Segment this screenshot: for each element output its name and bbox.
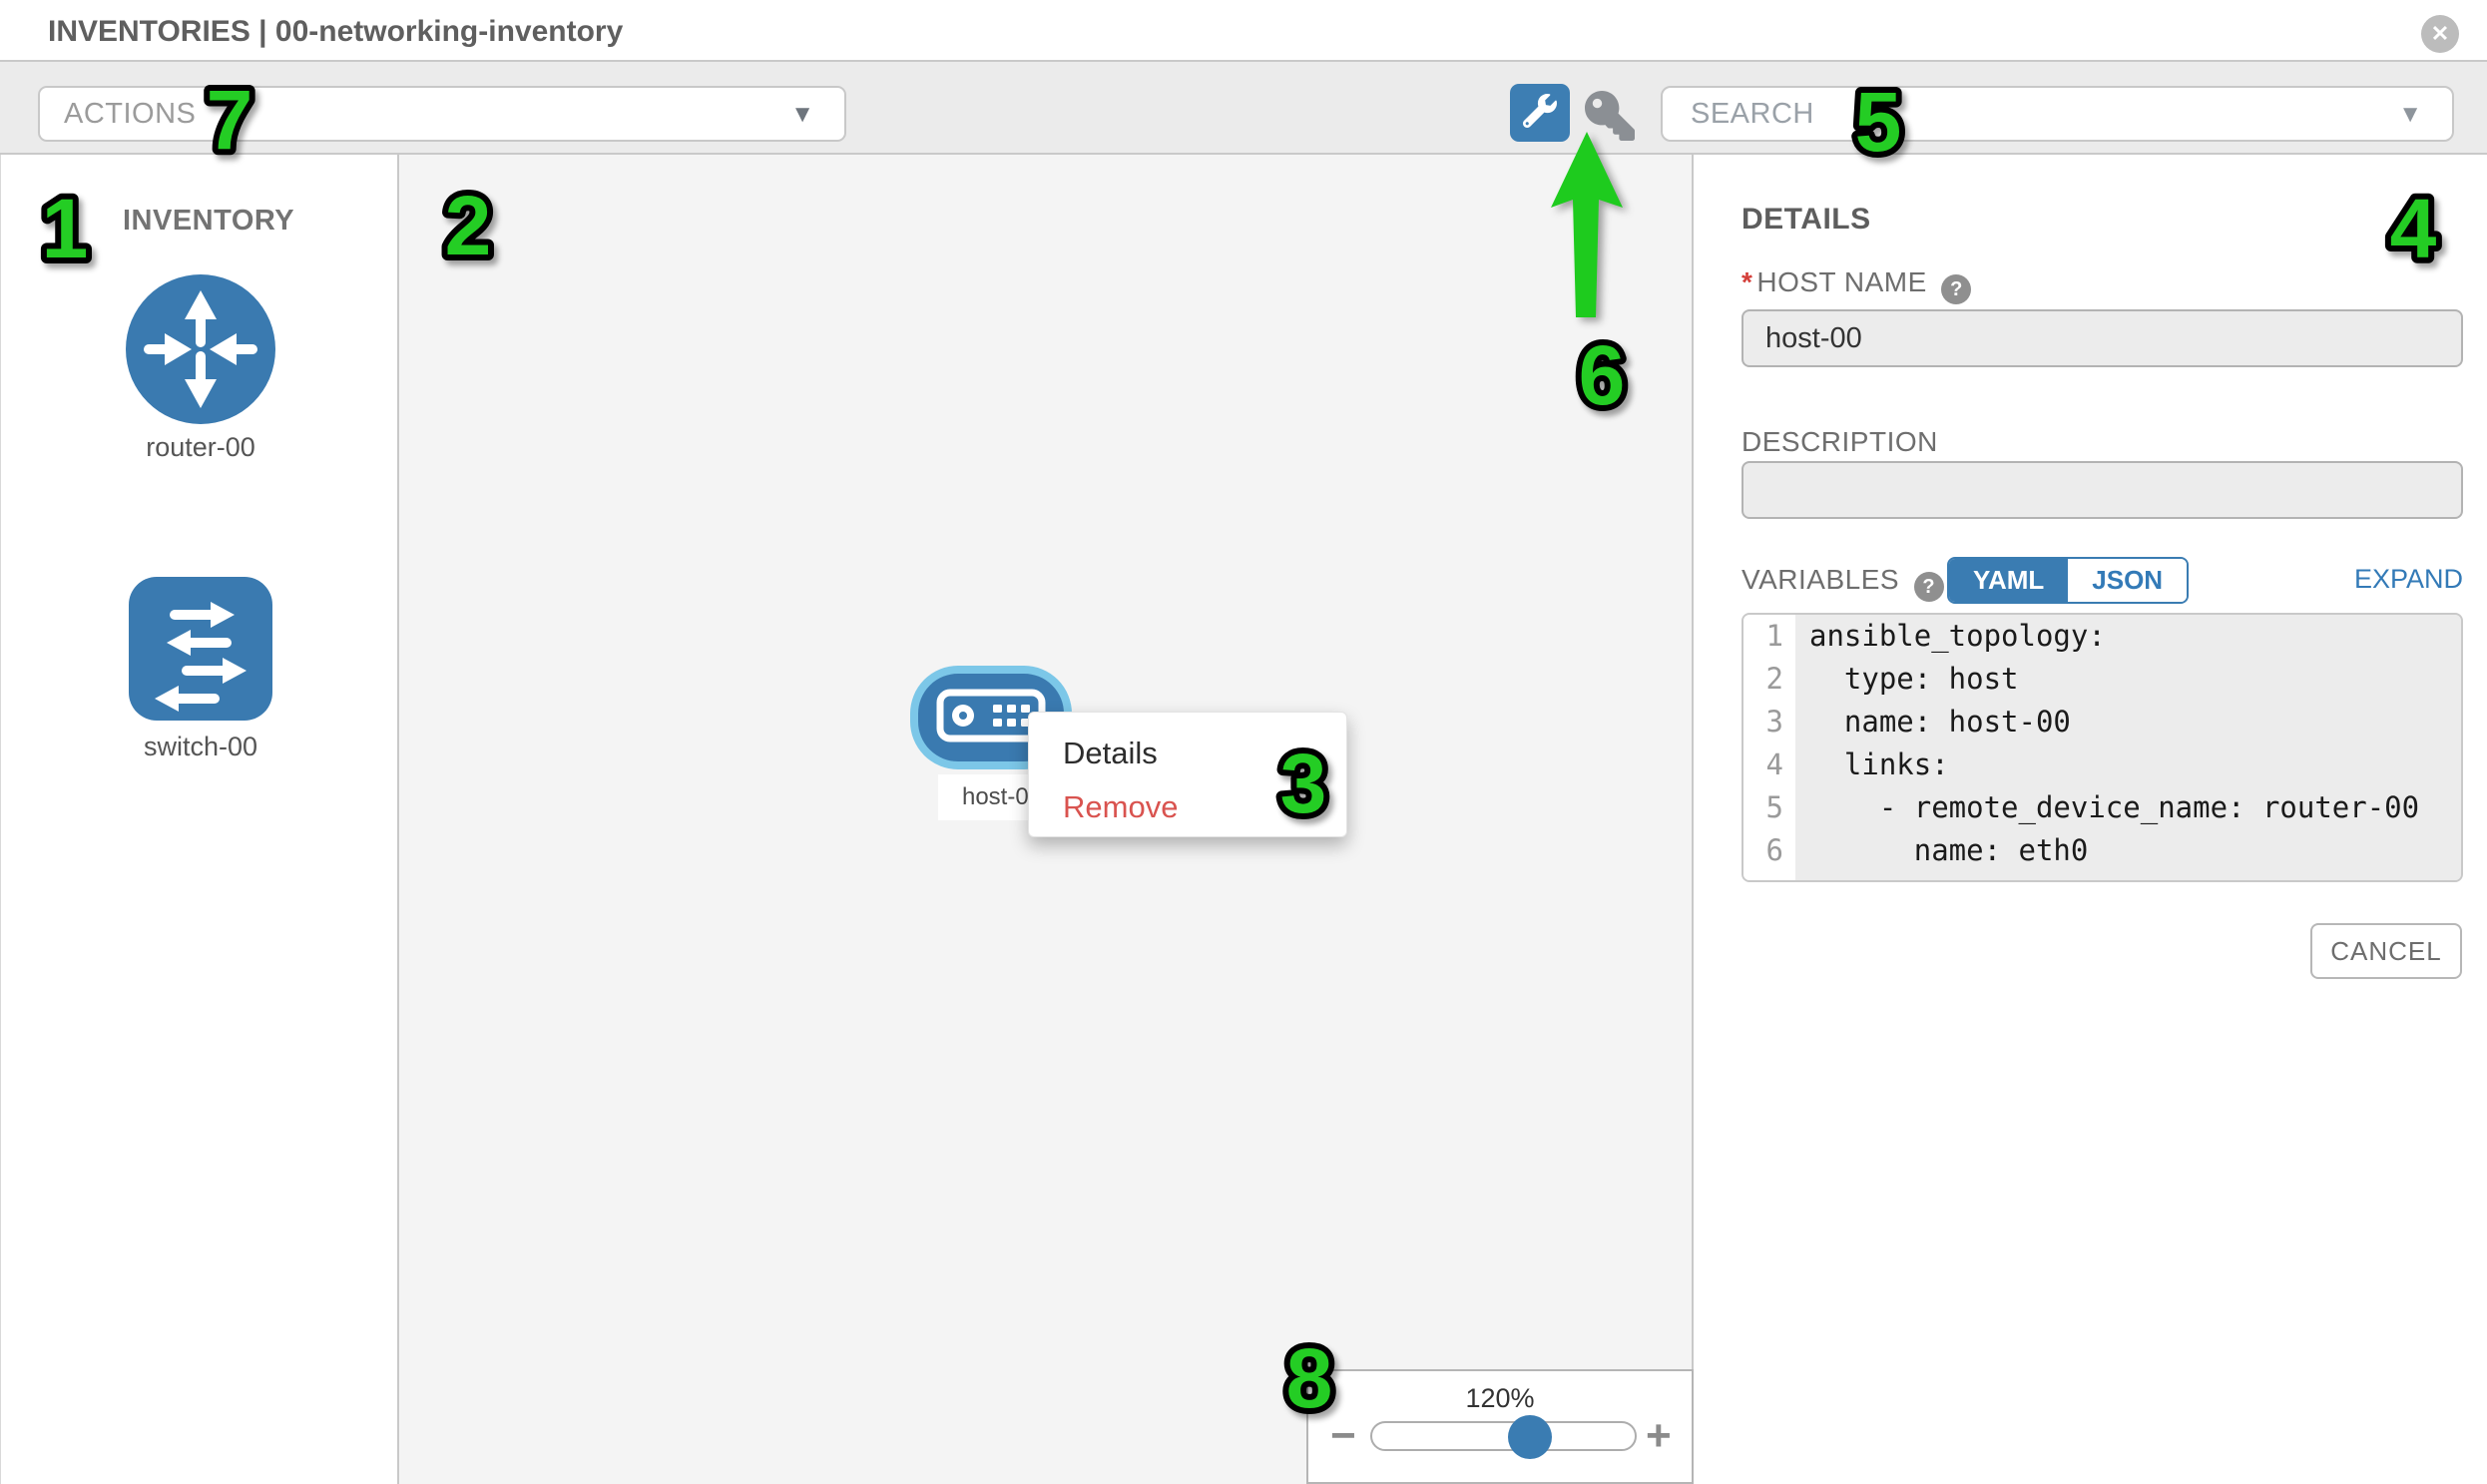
- sidebar-item-router-label: router-00: [1, 432, 400, 463]
- help-icon[interactable]: ?: [1914, 572, 1944, 602]
- editor-line: 4 links:: [1743, 743, 2461, 786]
- sidebar-item-switch[interactable]: [129, 577, 272, 726]
- required-asterisk: *: [1741, 266, 1752, 297]
- inventory-sidebar: INVENTORY router-00: [0, 155, 399, 1484]
- variables-format-toggle: YAML JSON: [1947, 557, 2189, 604]
- inventory-topology-page: INVENTORIES | 00-networking-inventory ✕ …: [0, 0, 2487, 1484]
- close-icon[interactable]: ✕: [2421, 15, 2459, 53]
- switch-icon: [129, 708, 272, 725]
- actions-dropdown-label: ACTIONS: [64, 88, 196, 140]
- inventory-heading: INVENTORY: [123, 205, 294, 238]
- page-header: INVENTORIES | 00-networking-inventory ✕: [0, 0, 2487, 60]
- zoom-out-button[interactable]: −: [1330, 1411, 1356, 1461]
- json-toggle-button[interactable]: JSON: [2068, 559, 2187, 602]
- router-icon: [126, 411, 275, 428]
- yaml-toggle-button[interactable]: YAML: [1949, 559, 2068, 602]
- expand-link[interactable]: EXPAND: [2354, 564, 2463, 595]
- description-input[interactable]: [1741, 461, 2463, 519]
- host-name-input[interactable]: [1741, 309, 2463, 367]
- search-dropdown[interactable]: SEARCH ▼: [1661, 86, 2454, 142]
- zoom-in-button[interactable]: +: [1646, 1411, 1672, 1461]
- details-heading: DETAILS: [1741, 203, 1871, 237]
- sidebar-item-switch-label: switch-00: [1, 732, 400, 762]
- editor-line: 7 remote_interface_name: eth0: [1743, 872, 2461, 882]
- editor-line: 1ansible_topology:: [1743, 615, 2461, 658]
- editor-line: 5 - remote_device_name: router-00: [1743, 786, 2461, 829]
- zoom-slider-thumb[interactable]: [1508, 1415, 1552, 1459]
- host-name-label: HOST NAME: [1756, 266, 1926, 297]
- editor-line: 2 type: host: [1743, 658, 2461, 701]
- host-name-label-row: * HOST NAME ?: [1741, 266, 1971, 304]
- help-icon[interactable]: ?: [1941, 274, 1971, 304]
- zoom-level: 120%: [1308, 1383, 1692, 1414]
- actions-dropdown[interactable]: ACTIONS ▼: [38, 86, 846, 142]
- variables-editor[interactable]: 1ansible_topology: 2 type: host 3 name: …: [1741, 613, 2463, 882]
- editor-line: 3 name: host-00: [1743, 701, 2461, 743]
- sidebar-item-router[interactable]: [126, 274, 275, 429]
- search-placeholder: SEARCH: [1691, 88, 1814, 140]
- key-icon: [1585, 128, 1635, 145]
- zoom-control: 120% − +: [1306, 1369, 1694, 1484]
- wrench-icon: [1523, 94, 1557, 133]
- page-title: INVENTORIES | 00-networking-inventory: [48, 0, 623, 60]
- credentials-key-button[interactable]: [1585, 91, 1635, 141]
- description-label: DESCRIPTION: [1741, 426, 1938, 458]
- variables-label-row: VARIABLES ?: [1741, 564, 1944, 602]
- cancel-button[interactable]: CANCEL: [2310, 923, 2462, 979]
- editor-line: 6 name: eth0: [1743, 829, 2461, 872]
- node-context-menu: Details Remove: [1028, 712, 1347, 837]
- caret-down-icon: ▼: [2398, 89, 2422, 141]
- details-panel: DETAILS * HOST NAME ? DESCRIPTION VARIAB…: [1694, 155, 2487, 1484]
- variables-label: VARIABLES: [1741, 564, 1899, 595]
- tools-button[interactable]: [1510, 84, 1570, 142]
- zoom-slider-track[interactable]: [1370, 1421, 1637, 1451]
- context-menu-item-details[interactable]: Details: [1029, 727, 1346, 780]
- caret-down-icon: ▼: [790, 89, 814, 141]
- context-menu-item-remove[interactable]: Remove: [1029, 780, 1346, 834]
